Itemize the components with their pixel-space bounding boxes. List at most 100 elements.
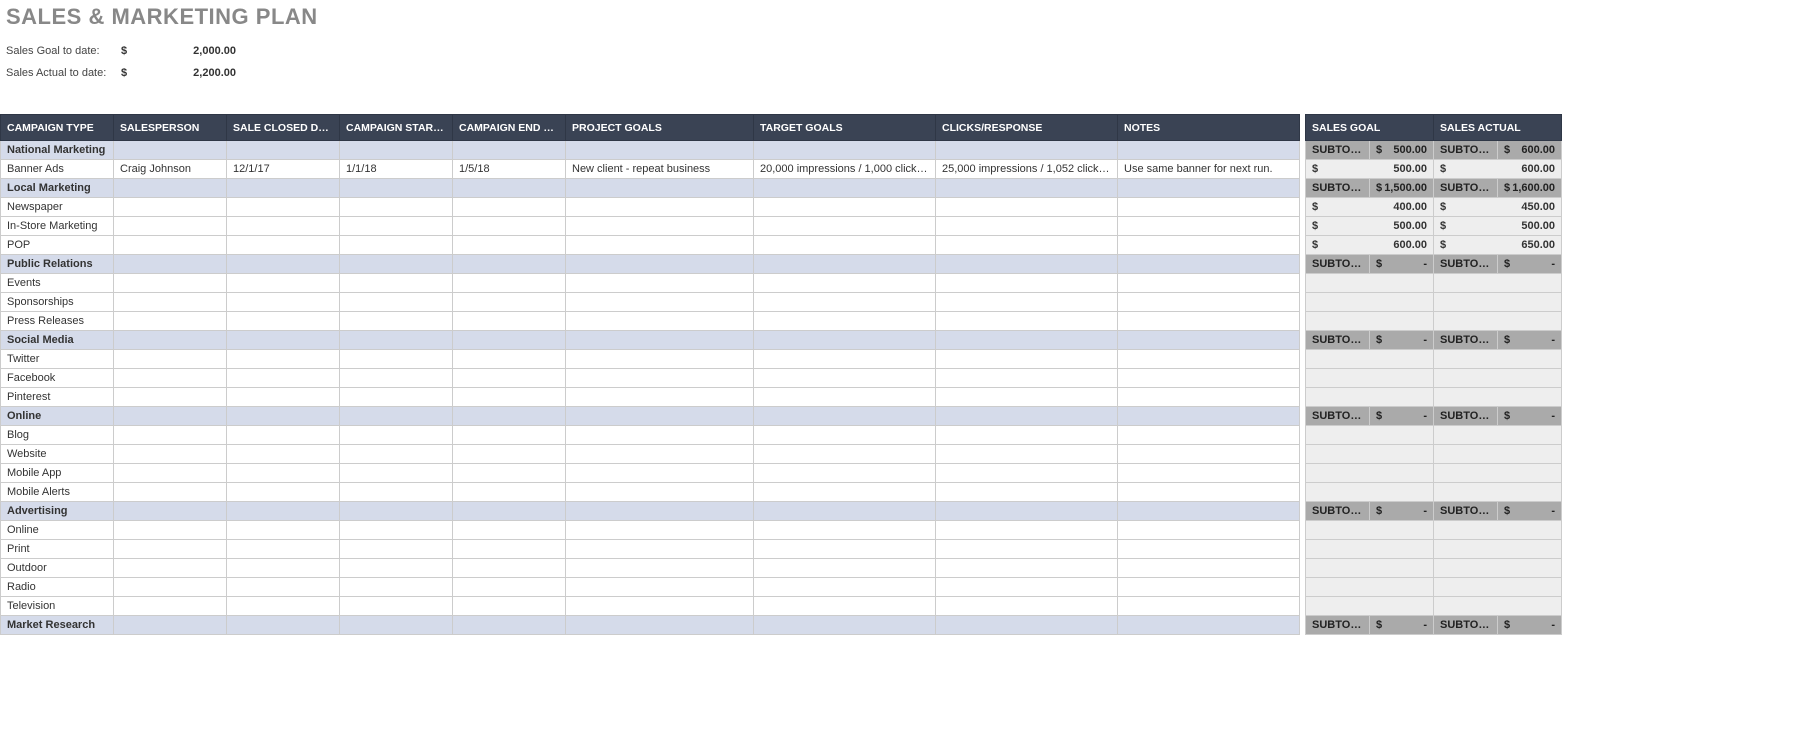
row-actual-value[interactable]: [1434, 540, 1562, 559]
cell-clicks[interactable]: [936, 350, 1118, 369]
cell-salesperson[interactable]: [114, 502, 227, 521]
cell-clicks[interactable]: [936, 483, 1118, 502]
cell-campaign[interactable]: Social Media: [1, 331, 114, 350]
cell-campaign[interactable]: Advertising: [1, 502, 114, 521]
cell-project-goals[interactable]: [566, 407, 754, 426]
row-goal-value[interactable]: [1306, 521, 1434, 540]
cell-project-goals[interactable]: [566, 179, 754, 198]
cell-target-goals[interactable]: [754, 521, 936, 540]
cell-closed-date[interactable]: [227, 179, 340, 198]
cell-target-goals[interactable]: [754, 540, 936, 559]
cell-salesperson[interactable]: [114, 293, 227, 312]
row-goal-value[interactable]: [1306, 274, 1434, 293]
cell-end-date[interactable]: [453, 502, 566, 521]
cell-salesperson[interactable]: [114, 217, 227, 236]
cell-target-goals[interactable]: [754, 578, 936, 597]
cell-end-date[interactable]: [453, 179, 566, 198]
cell-notes[interactable]: [1118, 198, 1300, 217]
row-goal-value[interactable]: [1306, 388, 1434, 407]
cell-start-date[interactable]: [340, 407, 453, 426]
row-actual-value[interactable]: [1434, 388, 1562, 407]
cell-notes[interactable]: [1118, 331, 1300, 350]
cell-salesperson[interactable]: [114, 236, 227, 255]
row-actual-value[interactable]: $450.00: [1434, 198, 1562, 217]
cell-campaign[interactable]: Facebook: [1, 369, 114, 388]
cell-start-date[interactable]: [340, 597, 453, 616]
cell-start-date[interactable]: [340, 369, 453, 388]
cell-clicks[interactable]: [936, 502, 1118, 521]
cell-campaign[interactable]: Newspaper: [1, 198, 114, 217]
cell-salesperson[interactable]: [114, 255, 227, 274]
cell-notes[interactable]: [1118, 445, 1300, 464]
cell-start-date[interactable]: [340, 616, 453, 635]
cell-closed-date[interactable]: [227, 426, 340, 445]
cell-clicks[interactable]: [936, 578, 1118, 597]
cell-end-date[interactable]: [453, 616, 566, 635]
cell-notes[interactable]: [1118, 217, 1300, 236]
cell-notes[interactable]: [1118, 312, 1300, 331]
cell-campaign[interactable]: Twitter: [1, 350, 114, 369]
row-actual-value[interactable]: [1434, 426, 1562, 445]
cell-start-date[interactable]: [340, 578, 453, 597]
cell-end-date[interactable]: [453, 388, 566, 407]
cell-closed-date[interactable]: [227, 236, 340, 255]
cell-project-goals[interactable]: [566, 331, 754, 350]
cell-salesperson[interactable]: [114, 141, 227, 160]
cell-project-goals[interactable]: [566, 236, 754, 255]
row-actual-value[interactable]: [1434, 350, 1562, 369]
cell-project-goals[interactable]: [566, 578, 754, 597]
cell-end-date[interactable]: [453, 350, 566, 369]
cell-target-goals[interactable]: [754, 559, 936, 578]
row-actual-value[interactable]: [1434, 521, 1562, 540]
cell-start-date[interactable]: 1/1/18: [340, 160, 453, 179]
cell-clicks[interactable]: [936, 179, 1118, 198]
cell-salesperson[interactable]: [114, 578, 227, 597]
cell-campaign[interactable]: Market Research: [1, 616, 114, 635]
cell-target-goals[interactable]: [754, 502, 936, 521]
cell-campaign[interactable]: In-Store Marketing: [1, 217, 114, 236]
cell-clicks[interactable]: [936, 274, 1118, 293]
cell-campaign[interactable]: Local Marketing: [1, 179, 114, 198]
cell-target-goals[interactable]: [754, 597, 936, 616]
cell-start-date[interactable]: [340, 236, 453, 255]
row-actual-value[interactable]: $650.00: [1434, 236, 1562, 255]
cell-salesperson[interactable]: [114, 426, 227, 445]
cell-clicks[interactable]: [936, 293, 1118, 312]
row-actual-value[interactable]: $600.00: [1434, 160, 1562, 179]
cell-start-date[interactable]: [340, 350, 453, 369]
cell-clicks[interactable]: [936, 255, 1118, 274]
cell-closed-date[interactable]: [227, 217, 340, 236]
cell-salesperson[interactable]: Craig Johnson: [114, 160, 227, 179]
cell-target-goals[interactable]: [754, 255, 936, 274]
cell-project-goals[interactable]: [566, 274, 754, 293]
cell-start-date[interactable]: [340, 141, 453, 160]
cell-start-date[interactable]: [340, 255, 453, 274]
cell-target-goals[interactable]: [754, 350, 936, 369]
cell-campaign[interactable]: Print: [1, 540, 114, 559]
cell-end-date[interactable]: [453, 141, 566, 160]
cell-clicks[interactable]: [936, 597, 1118, 616]
cell-closed-date[interactable]: [227, 388, 340, 407]
cell-campaign[interactable]: National Marketing: [1, 141, 114, 160]
cell-target-goals[interactable]: [754, 198, 936, 217]
cell-target-goals[interactable]: 20,000 impressions / 1,000 click-thrus: [754, 160, 936, 179]
cell-campaign[interactable]: Online: [1, 407, 114, 426]
cell-project-goals[interactable]: [566, 540, 754, 559]
cell-start-date[interactable]: [340, 312, 453, 331]
row-actual-value[interactable]: [1434, 312, 1562, 331]
cell-notes[interactable]: [1118, 350, 1300, 369]
cell-clicks[interactable]: [936, 464, 1118, 483]
cell-end-date[interactable]: [453, 293, 566, 312]
cell-start-date[interactable]: [340, 445, 453, 464]
cell-end-date[interactable]: [453, 521, 566, 540]
cell-salesperson[interactable]: [114, 407, 227, 426]
cell-project-goals[interactable]: [566, 255, 754, 274]
cell-target-goals[interactable]: [754, 369, 936, 388]
cell-notes[interactable]: [1118, 179, 1300, 198]
cell-campaign[interactable]: Website: [1, 445, 114, 464]
cell-project-goals[interactable]: [566, 312, 754, 331]
cell-clicks[interactable]: [936, 407, 1118, 426]
cell-closed-date[interactable]: [227, 274, 340, 293]
cell-salesperson[interactable]: [114, 274, 227, 293]
cell-campaign[interactable]: Online: [1, 521, 114, 540]
